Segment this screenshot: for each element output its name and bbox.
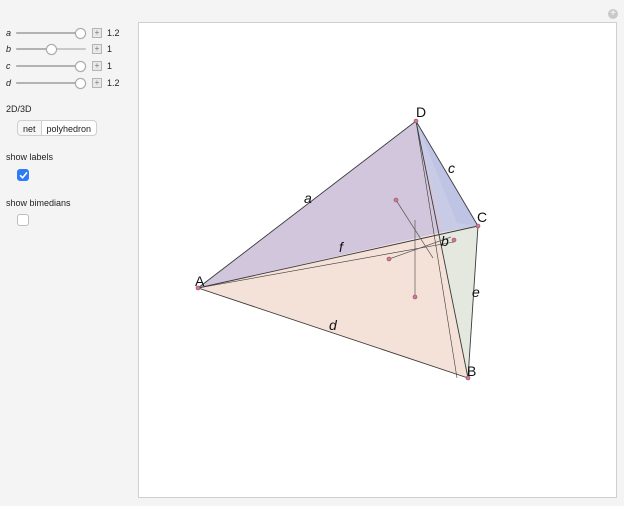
vertex-a-label: A (195, 273, 205, 289)
midpoint-marker (451, 237, 457, 243)
slider-c[interactable]: c + 1 (6, 60, 112, 72)
slider-c-label: c (6, 61, 11, 71)
slider-d-thumb[interactable] (75, 78, 86, 89)
slider-b[interactable]: b + 1 (6, 43, 112, 55)
tetrahedron-figure: A B C D a b c d e f (195, 104, 487, 381)
slider-d[interactable]: d + 1.2 (6, 77, 120, 89)
controls-panel: a + 1.2 b + 1 c + 1 d + 1.2 2D/3D net po… (0, 0, 136, 506)
edge-d-label: d (329, 317, 338, 333)
slider-d-track[interactable] (16, 78, 86, 89)
slider-b-thumb[interactable] (46, 44, 57, 55)
net-button[interactable]: net (17, 120, 41, 136)
slider-d-value: 1.2 (107, 78, 120, 88)
mode-label: 2D/3D (6, 104, 32, 114)
show-labels-checkbox[interactable] (17, 169, 29, 181)
slider-c-expand-icon[interactable]: + (92, 61, 102, 71)
tetrahedron-canvas[interactable]: A B C D a b c d e f (138, 22, 617, 498)
edge-a-label: a (304, 190, 312, 206)
slider-b-track[interactable] (16, 44, 86, 55)
midpoint-marker (386, 256, 392, 262)
vertex-d-label: D (416, 104, 426, 120)
slider-b-value: 1 (107, 44, 113, 54)
slider-d-label: d (6, 78, 12, 88)
slider-c-thumb[interactable] (75, 61, 86, 72)
show-bimedians-checkbox[interactable] (17, 214, 29, 226)
slider-d-expand-icon[interactable]: + (92, 78, 102, 88)
slider-b-label: b (6, 44, 12, 54)
vertex-c-label: C (477, 209, 487, 225)
slider-a[interactable]: a + 1.2 (6, 27, 120, 39)
show-bimedians-label: show bimedians (6, 198, 71, 208)
slider-c-track[interactable] (16, 61, 86, 72)
edge-b-label: b (441, 233, 449, 249)
polyhedron-button[interactable]: polyhedron (40, 120, 98, 136)
edge-e-label: e (472, 284, 480, 300)
plus-circle-icon[interactable]: + (608, 9, 618, 19)
slider-c-value: 1 (107, 61, 113, 71)
slider-b-expand-icon[interactable]: + (92, 44, 102, 54)
mode-toggle: net polyhedron (17, 120, 98, 136)
midpoint-marker (393, 197, 399, 203)
slider-a-track[interactable] (16, 28, 86, 39)
midpoint-marker (412, 294, 418, 300)
slider-a-thumb[interactable] (75, 28, 86, 39)
show-labels-label: show labels (6, 152, 54, 162)
slider-a-value: 1.2 (107, 28, 120, 38)
vertex-b-label: B (467, 363, 476, 379)
slider-a-label: a (6, 28, 12, 38)
edge-c-label: c (448, 160, 455, 176)
slider-a-expand-icon[interactable]: + (92, 28, 102, 38)
